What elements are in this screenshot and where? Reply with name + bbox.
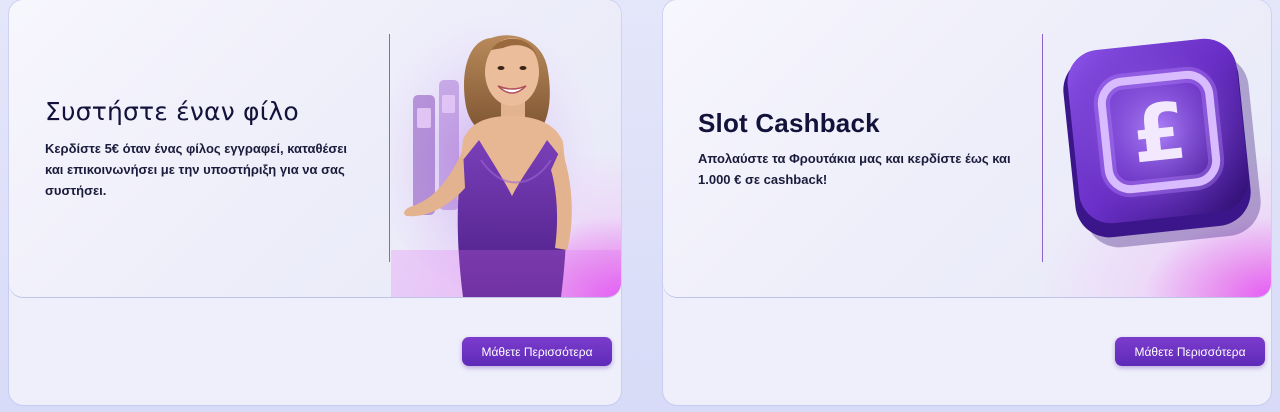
promo-card-refer-friend: Συστήστε έναν φίλο Κερδίστε 5€ όταν ένας… <box>9 0 621 405</box>
promo-description: Κερδίστε 5€ όταν ένας φίλος εγγραφεί, κα… <box>45 141 348 198</box>
promo-title: Slot Cashback <box>698 108 880 138</box>
promo-banner: Συστήστε έναν φίλο Κερδίστε 5€ όταν ένας… <box>9 0 621 297</box>
promo-title: Συστήστε έναν φίλο <box>45 97 299 126</box>
woman-illustration <box>391 10 621 297</box>
promo-description: Απολαύστε τα Φρουτάκια μας και κερδίστε … <box>698 151 1011 187</box>
learn-more-button[interactable]: Μάθετε Περισσότερα <box>1115 337 1265 366</box>
promo-card-slot-cashback: Slot Cashback Απολαύστε τα Φρουτάκια μας… <box>663 0 1271 405</box>
promo-banner: Slot Cashback Απολαύστε τα Φρουτάκια μας… <box>663 0 1271 297</box>
learn-more-button[interactable]: Μάθετε Περισσότερα <box>462 337 612 366</box>
svg-text:£: £ <box>1128 86 1191 181</box>
divider <box>389 34 390 262</box>
pound-coin-icon: £ <box>1063 38 1261 248</box>
